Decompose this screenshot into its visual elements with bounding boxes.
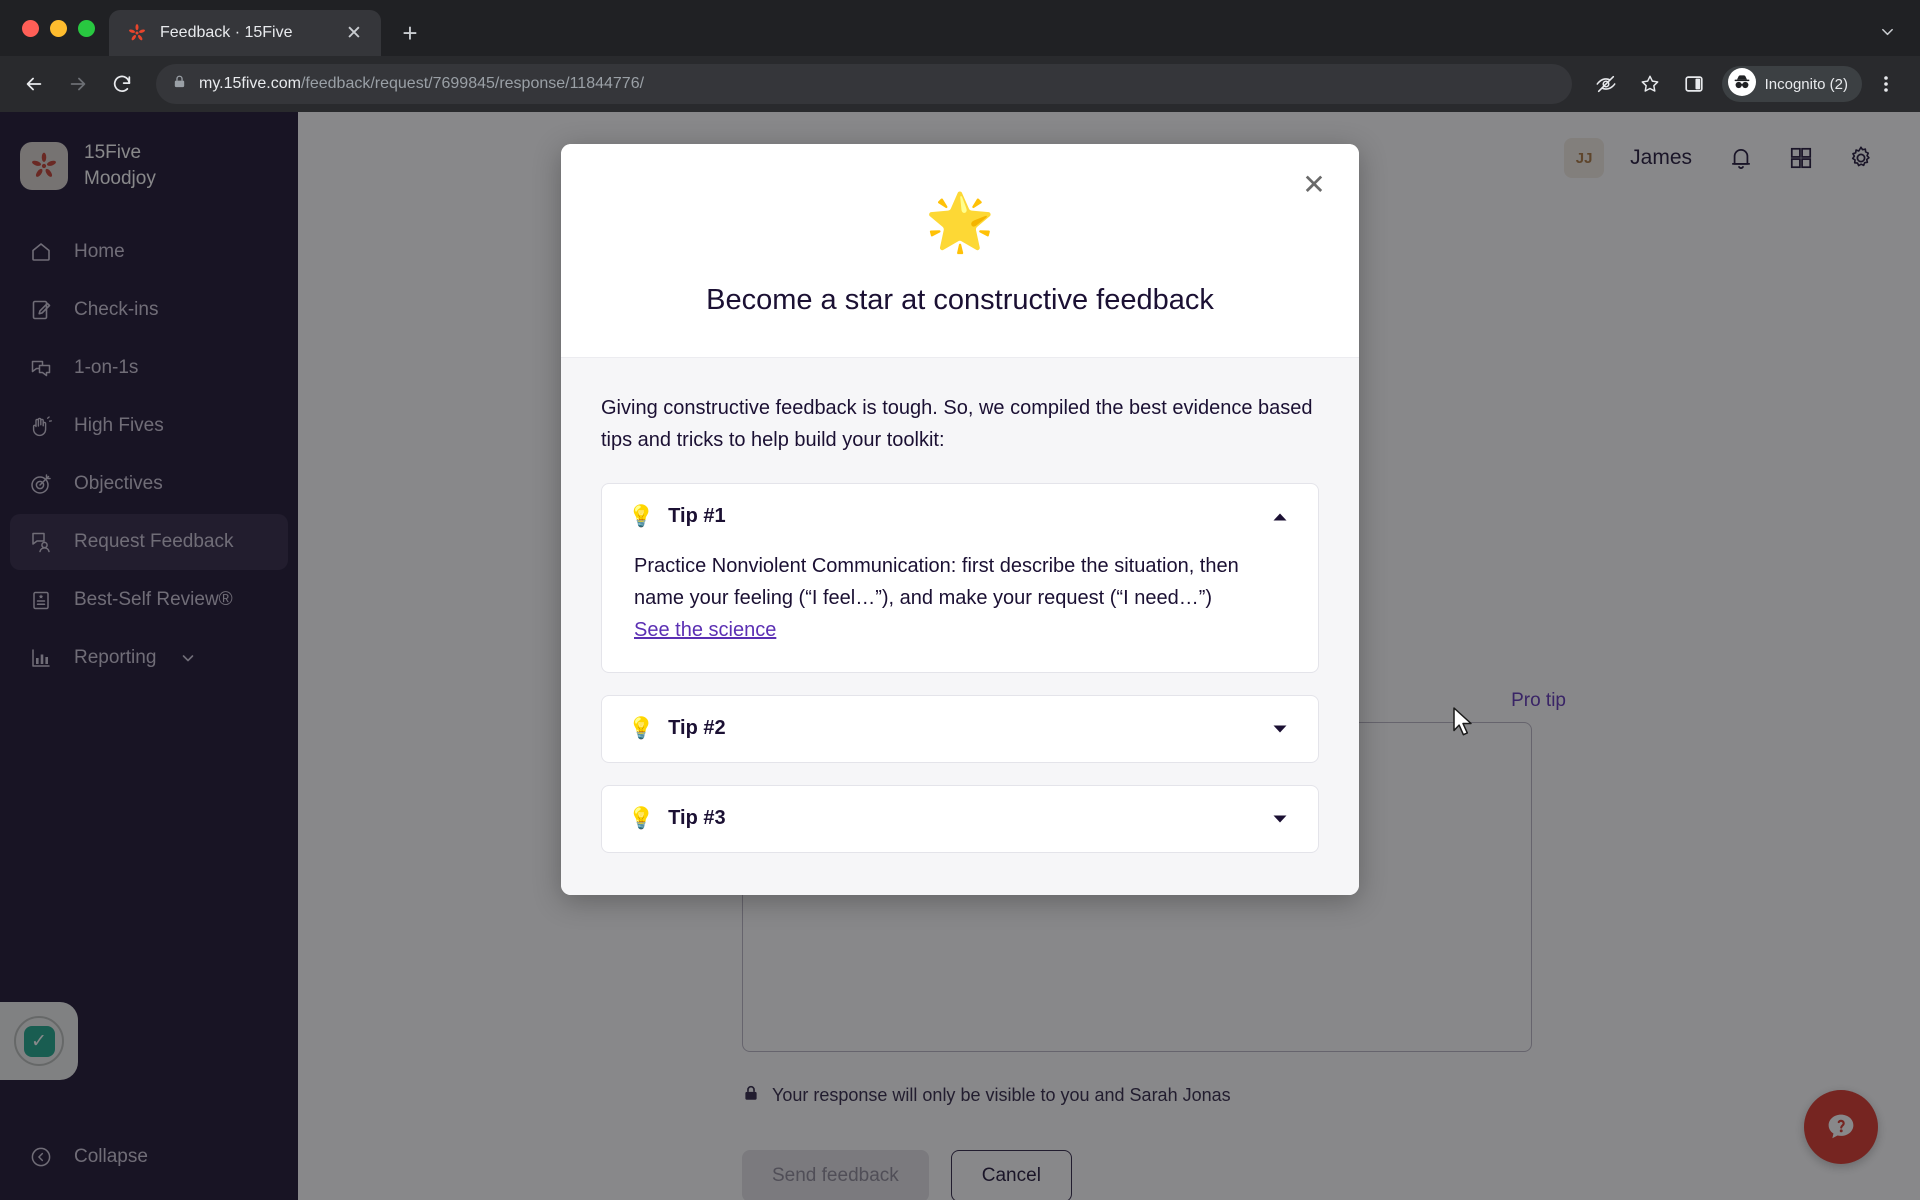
close-icon[interactable]: ✕: [1295, 166, 1333, 204]
incognito-avatar-icon: [1727, 67, 1756, 101]
tip-2-header[interactable]: 💡 Tip #2: [602, 696, 1318, 762]
tip-1-header[interactable]: 💡 Tip #1: [602, 484, 1318, 550]
tip-label: Tip #2: [668, 717, 726, 740]
tab-search-chevron-down-icon[interactable]: [1872, 16, 1902, 46]
new-tab-button[interactable]: +: [391, 14, 429, 52]
tab-title: Feedback · 15Five: [160, 24, 293, 41]
tip-accordion-item: 💡 Tip #1 Practice Nonviolent Communicati…: [601, 482, 1319, 673]
url-path: /feedback/request/7699845/response/11844…: [300, 75, 645, 92]
eye-slash-icon[interactable]: [1586, 64, 1626, 104]
mouse-cursor: [1452, 707, 1476, 744]
tip-body-text: Practice Nonviolent Communication: first…: [634, 554, 1239, 610]
caret-down-icon[interactable]: [1272, 814, 1288, 824]
close-window-button[interactable]: [22, 19, 39, 37]
modal-header: ✕ 🌟 Become a star at constructive feedba…: [561, 144, 1359, 357]
light-bulb-icon: 💡: [628, 717, 655, 741]
light-bulb-icon: 💡: [628, 807, 655, 831]
light-bulb-icon: 💡: [628, 505, 655, 529]
incognito-label: Incognito (2): [1764, 75, 1848, 93]
tip-label: Tip #1: [668, 505, 726, 528]
side-panel-icon[interactable]: [1674, 64, 1714, 104]
caret-down-icon[interactable]: [1272, 724, 1288, 734]
tip-3-header[interactable]: 💡 Tip #3: [602, 786, 1318, 852]
minimize-window-button[interactable]: [50, 19, 67, 37]
browser-toolbar: my.15five.com/feedback/request/7699845/r…: [0, 56, 1920, 112]
star-icon[interactable]: [1630, 64, 1670, 104]
tip-accordion-item: 💡 Tip #3: [601, 784, 1319, 853]
glowing-star-icon: 🌟: [925, 190, 995, 253]
tip-1-body: Practice Nonviolent Communication: first…: [602, 550, 1318, 672]
see-the-science-link[interactable]: See the science: [634, 619, 776, 642]
caret-up-icon[interactable]: [1272, 512, 1288, 522]
window-traffic-lights: [14, 0, 109, 56]
tip-label: Tip #3: [668, 807, 726, 830]
lock-icon: [172, 74, 187, 94]
three-dot-menu-icon[interactable]: [1866, 64, 1906, 104]
browser-window: Feedback · 15Five ✕ + my.15five.com/feed…: [0, 0, 1920, 1200]
page-viewport: 15Five Moodjoy Home Check-ins: [0, 112, 1920, 1200]
address-bar-url: my.15five.com/feedback/request/7699845/r…: [199, 75, 644, 93]
tab-strip: Feedback · 15Five ✕ +: [0, 0, 1920, 56]
close-tab-button[interactable]: ✕: [341, 20, 367, 46]
modal-intro-text: Giving constructive feedback is tough. S…: [601, 397, 1313, 452]
browser-tab[interactable]: Feedback · 15Five ✕: [109, 10, 381, 56]
url-domain: my.15five.com: [199, 75, 301, 92]
incognito-profile-button[interactable]: Incognito (2): [1721, 66, 1862, 102]
pro-tip-modal: ✕ 🌟 Become a star at constructive feedba…: [561, 144, 1359, 895]
address-bar[interactable]: my.15five.com/feedback/request/7699845/r…: [156, 64, 1572, 104]
forward-arrow-icon[interactable]: [58, 64, 98, 104]
modal-body: Giving constructive feedback is tough. S…: [561, 357, 1359, 895]
tip-accordion-item: 💡 Tip #2: [601, 694, 1319, 763]
15five-logo-icon: [127, 23, 147, 43]
reload-icon[interactable]: [102, 64, 142, 104]
back-arrow-icon[interactable]: [14, 64, 54, 104]
modal-title: Become a star at constructive feedback: [706, 284, 1214, 316]
maximize-window-button[interactable]: [78, 19, 95, 37]
